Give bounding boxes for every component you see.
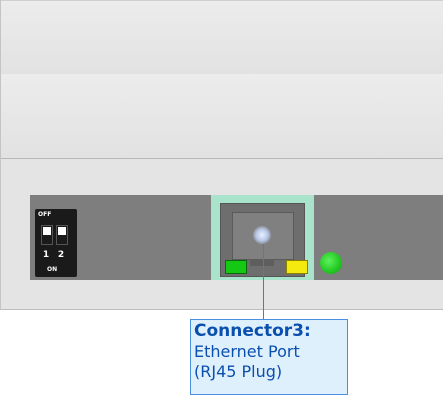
dip-switch-number-1: 1 (42, 250, 50, 260)
housing-top-panel (1, 0, 443, 75)
rj45-latch-notch (250, 259, 274, 266)
callout-line-2: (RJ45 Plug) (194, 362, 283, 381)
housing-middle-panel (1, 74, 443, 159)
rj45-link-led-icon (225, 260, 247, 274)
dip-switch-1[interactable] (41, 225, 53, 245)
dip-switch-1-knob (43, 227, 51, 235)
rj45-activity-led-icon (286, 260, 308, 274)
dip-switch-number-2: 2 (57, 250, 65, 260)
dip-switch-off-label: OFF (38, 211, 52, 218)
callout-leader-line (263, 244, 264, 319)
dip-switch[interactable]: OFF 1 2 ON (35, 209, 77, 277)
connector-anchor-dot (253, 226, 271, 244)
dip-switch-2[interactable] (56, 225, 68, 245)
dip-switch-2-knob (58, 227, 66, 235)
dip-switch-on-label: ON (47, 266, 58, 273)
callout-line-1: Ethernet Port (194, 342, 300, 361)
status-led-icon (320, 252, 342, 274)
callout-title: Connector3: (194, 321, 311, 341)
connector-callout: Connector3: Ethernet Port (RJ45 Plug) (190, 319, 348, 395)
